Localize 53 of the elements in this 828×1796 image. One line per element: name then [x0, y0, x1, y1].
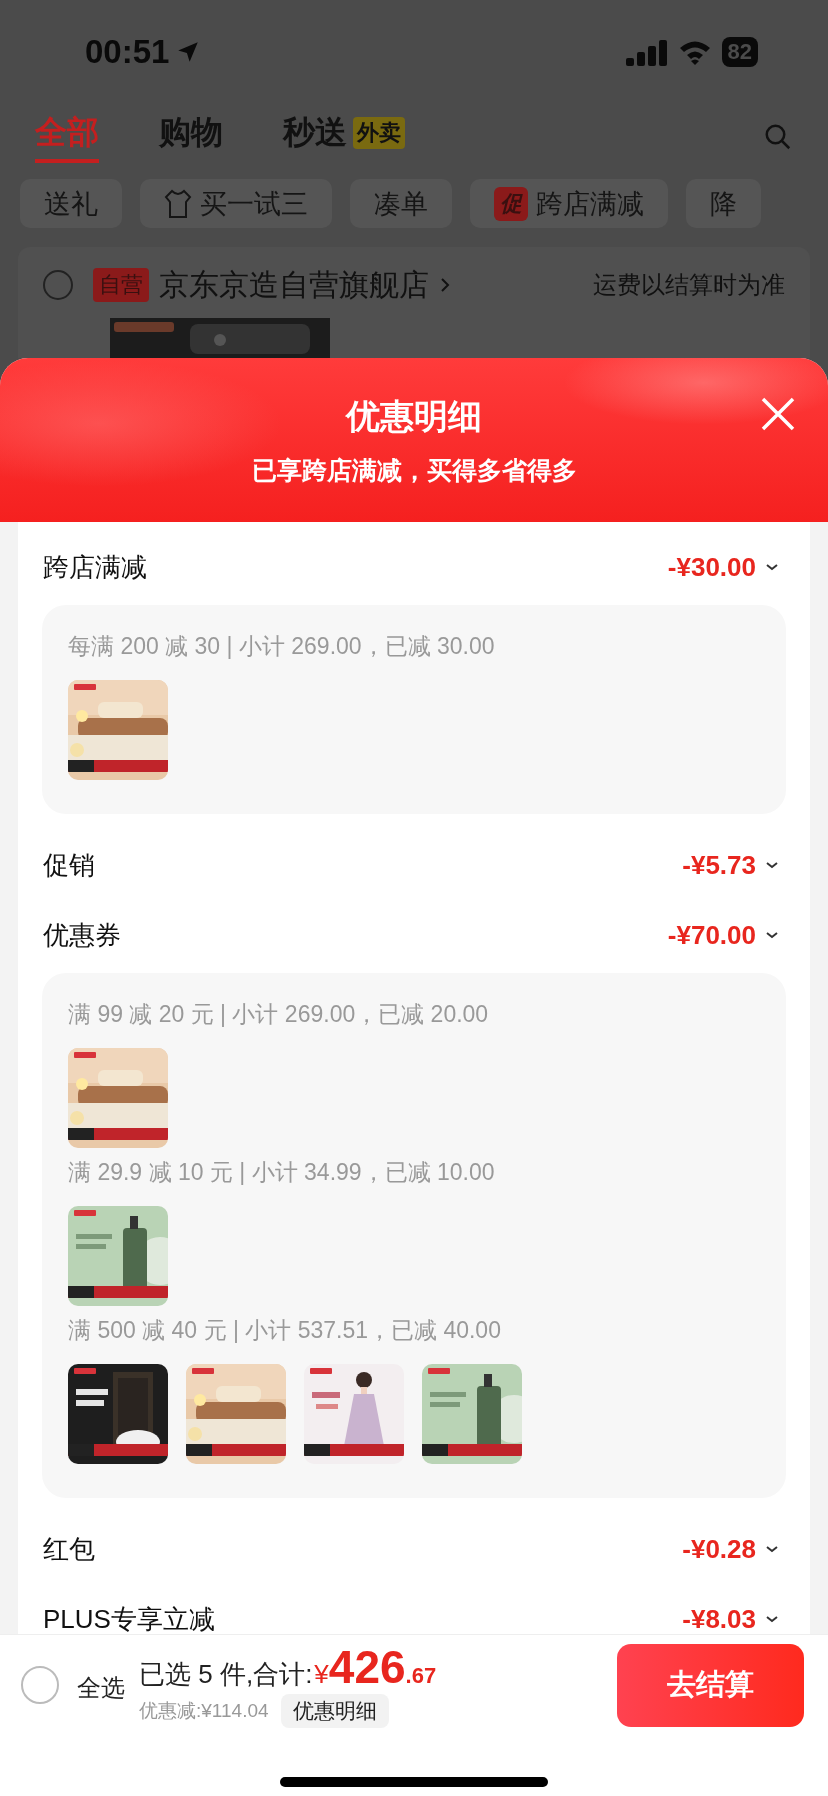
chip-label: 凑单 [374, 187, 428, 221]
chip-label: 送礼 [44, 187, 98, 221]
discount-label: 跨店满减 [43, 550, 147, 584]
rule-text: 满 29.9 减 10 元 | 小计 34.99，已减 10.00 [68, 1158, 496, 1187]
chip-label: 买一试三 [200, 187, 308, 221]
signal-icon [625, 37, 668, 66]
selected-summary: 已选 5 件,合计: [139, 1658, 313, 1691]
filter-chip[interactable]: 买一试三 [140, 179, 332, 228]
sheet-subtitle: 已享跨店满减，买得多省得多 [251, 454, 577, 486]
checkout-button[interactable]: 去结算 [617, 1643, 804, 1727]
discount-total: 优惠减:¥114.04 [139, 1699, 269, 1723]
filter-chip[interactable]: 降 [686, 179, 761, 228]
battery-level: 82 [721, 36, 758, 67]
rule-text: 每满 200 减 30 | 小计 269.00，已减 30.00 [68, 632, 496, 661]
currency-sign: ¥ [314, 1659, 329, 1690]
filter-chip[interactable]: 凑单 [350, 179, 452, 228]
discount-details-button[interactable]: 优惠明细 [280, 1694, 389, 1728]
filter-chip[interactable]: 促 跨店满减 [470, 179, 668, 228]
promo-tag: 促 [494, 186, 528, 221]
chevron-down-icon[interactable] [764, 1544, 780, 1554]
shirt-icon [164, 188, 192, 219]
chevron-down-icon[interactable] [764, 930, 780, 940]
status-time: 00:51 [85, 32, 170, 71]
category-tab[interactable]: 购物 [159, 111, 223, 164]
filter-chip[interactable]: 送礼 [20, 179, 122, 228]
chip-label: 降 [710, 187, 737, 221]
discount-label: 红包 [43, 1532, 95, 1566]
discount-label: 促销 [43, 848, 95, 882]
category-tab[interactable]: 秒送 外卖 [283, 111, 405, 164]
store-name[interactable]: 京东京造自营旗舰店 [159, 264, 429, 306]
chevron-down-icon[interactable] [764, 860, 780, 870]
chip-label: 跨店满减 [536, 187, 644, 221]
rule-text: 满 99 减 20 元 | 小计 269.00，已减 20.00 [68, 1000, 490, 1029]
chevron-down-icon[interactable] [764, 562, 780, 572]
discount-amount: -¥8.03 [682, 1603, 756, 1635]
shipping-note: 运费以结算时为准 [593, 270, 785, 300]
rule-text: 满 500 减 40 元 | 小计 537.51，已减 40.00 [68, 1316, 502, 1345]
discount-amount: -¥30.00 [667, 551, 756, 583]
self-operated-tag: 自营 [93, 268, 149, 302]
store-checkbox[interactable] [43, 270, 73, 300]
chevron-right-icon [439, 276, 451, 294]
total-price: 426 [328, 1642, 406, 1692]
chevron-down-icon[interactable] [764, 1614, 780, 1624]
sheet-title: 优惠明细 [346, 395, 482, 437]
discount-label: 优惠券 [43, 918, 121, 952]
total-price-decimal: .67 [405, 1663, 437, 1689]
select-all-checkbox[interactable] [21, 1666, 59, 1704]
discount-label: PLUS专享立减 [43, 1602, 215, 1636]
discount-amount: -¥0.28 [682, 1533, 756, 1565]
category-tab[interactable]: 全部 [35, 111, 99, 164]
discount-amount: -¥70.00 [667, 919, 756, 951]
select-all-label[interactable]: 全选 [77, 1672, 125, 1704]
discount-amount: -¥5.73 [682, 849, 756, 881]
